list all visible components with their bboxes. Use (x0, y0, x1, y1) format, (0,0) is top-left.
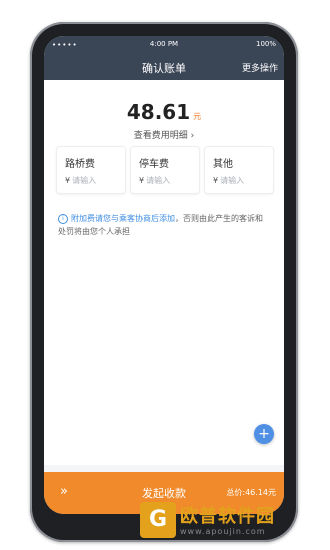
fee-cards: 路桥费 ¥ 请输入 停车费 ¥ 请输入 其他 ¥ 请输入 (56, 146, 274, 194)
surcharge-notice: i 附加费请您与乘客协商后添加，否则由此产生的客诉和处罚将由您个人承担 (58, 212, 268, 238)
phone-screen: ••••• 4:00 PM 100% 确认账单 更多操作 48.61 元 查看费用… (44, 36, 284, 514)
fee-input-placeholder: 请输入 (220, 176, 245, 185)
status-time: 4:00 PM (149, 40, 179, 48)
fee-input-placeholder: 请输入 (72, 176, 97, 185)
fee-card-toll[interactable]: 路桥费 ¥ 请输入 (56, 146, 126, 194)
status-bar: ••••• 4:00 PM 100% (44, 36, 284, 54)
yen-symbol: ¥ (65, 176, 71, 185)
notice-link[interactable]: 附加费请您与乘客协商后添加 (71, 214, 175, 223)
fee-card-label: 路桥费 (65, 159, 95, 170)
view-detail-link[interactable]: 查看费用明细 › (44, 128, 284, 141)
fee-card-label: 其他 (213, 159, 233, 170)
more-actions-button[interactable]: 更多操作 (242, 61, 278, 74)
site-watermark: G 欧普软件园 www.apoujin.com (140, 500, 330, 545)
bill-amount: 48.61 (126, 100, 191, 124)
fee-input[interactable]: ¥ 请输入 (213, 175, 244, 186)
fee-card-label: 停车费 (139, 159, 169, 170)
fee-card-parking[interactable]: 停车费 ¥ 请输入 (130, 146, 200, 194)
amount-unit: 元 (193, 112, 202, 121)
yen-symbol: ¥ (213, 176, 219, 185)
yen-symbol: ¥ (139, 176, 145, 185)
watermark-name: 欧普软件园 (180, 506, 275, 527)
fee-input[interactable]: ¥ 请输入 (65, 175, 96, 186)
amount-row: 48.61 元 (44, 100, 284, 124)
fee-input-placeholder: 请输入 (146, 176, 171, 185)
add-fab-button[interactable]: + (254, 424, 274, 444)
fee-input[interactable]: ¥ 请输入 (139, 175, 170, 186)
info-icon: i (58, 213, 68, 224)
fee-card-other[interactable]: 其他 ¥ 请输入 (204, 146, 274, 194)
nav-header: 确认账单 更多操作 (44, 54, 284, 80)
total-price: 总价:46.14元 (226, 488, 276, 497)
watermark-url: www.apoujin.com (180, 527, 266, 536)
watermark-logo-icon: G (140, 502, 176, 538)
battery-level: 100% (255, 40, 276, 48)
bill-content: 48.61 元 查看费用明细 › 路桥费 ¥ 请输入 停车费 ¥ 请输入 其他 ¥ 请输… (44, 80, 284, 465)
